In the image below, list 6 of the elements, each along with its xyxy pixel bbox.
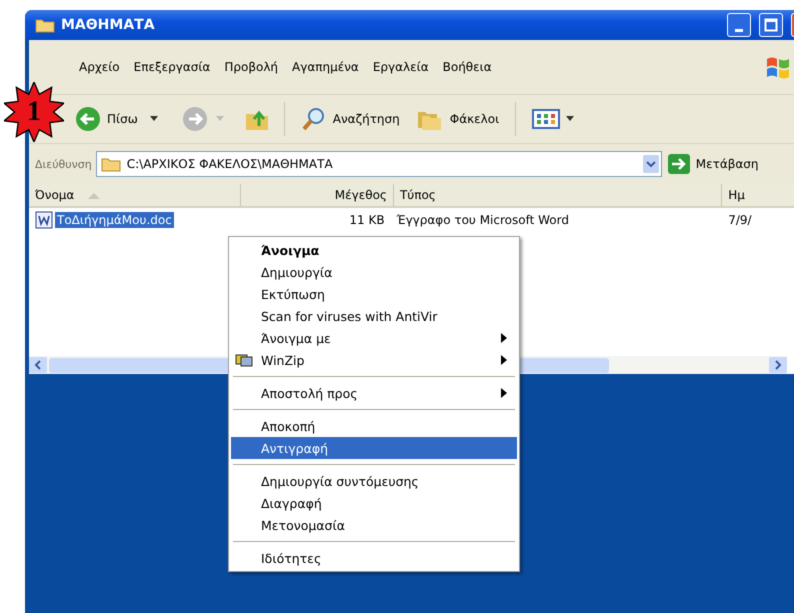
number-badge: 1	[4, 82, 64, 142]
window-title: ΜΑΘΗΜΑΤΑ	[61, 17, 155, 33]
table-cell-text: 11 KB	[348, 213, 386, 227]
address-label: Διεύθυνση	[35, 158, 92, 170]
table-cell-text: 7/9/	[727, 213, 753, 227]
table-cell-text: Έγγραφο του Microsoft Word	[396, 213, 570, 227]
